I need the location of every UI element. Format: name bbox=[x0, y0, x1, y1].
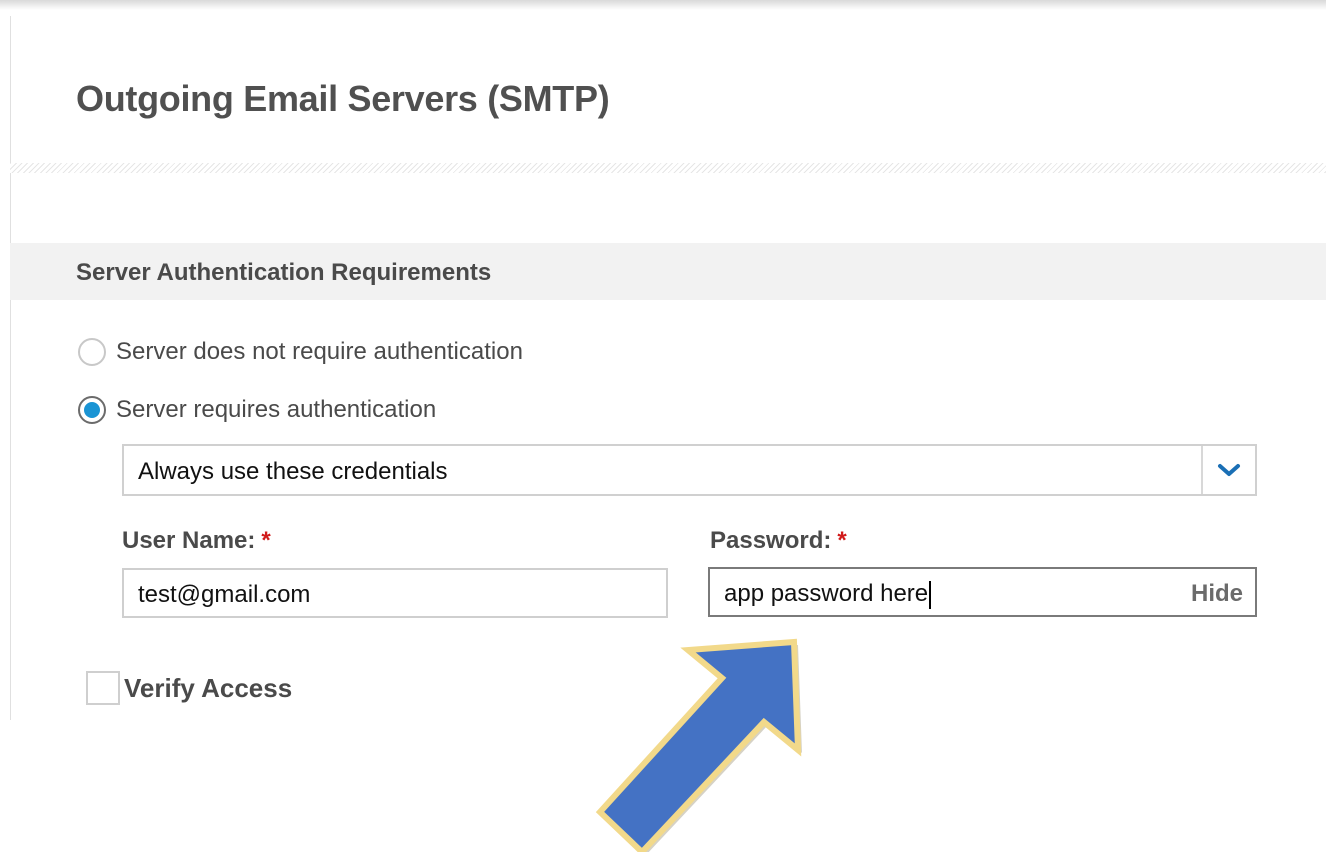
password-value: app password here bbox=[724, 580, 929, 607]
credentials-select-value: Always use these credentials bbox=[138, 458, 448, 485]
user-name-value: test@gmail.com bbox=[138, 581, 311, 608]
user-name-input[interactable]: test@gmail.com bbox=[122, 568, 668, 618]
hatch-divider bbox=[10, 163, 1326, 173]
radio-selected-dot bbox=[84, 402, 100, 418]
chevron-down-icon[interactable] bbox=[1215, 458, 1243, 482]
radio-no-auth-label[interactable]: Server does not require authentication bbox=[116, 338, 523, 366]
required-marker: * bbox=[837, 527, 847, 554]
section-header: Server Authentication Requirements bbox=[10, 243, 1326, 300]
left-border bbox=[10, 16, 11, 720]
top-shadow bbox=[0, 0, 1326, 10]
credentials-select[interactable]: Always use these credentials bbox=[122, 444, 1257, 496]
page-title: Outgoing Email Servers (SMTP) bbox=[76, 78, 610, 119]
radio-requires-auth-button[interactable] bbox=[78, 396, 106, 424]
pointer-arrow-icon bbox=[595, 638, 802, 852]
user-name-label-text: User Name: bbox=[122, 527, 256, 554]
verify-access-row[interactable]: Verify Access bbox=[86, 668, 292, 708]
radio-no-auth-button[interactable] bbox=[78, 338, 106, 366]
password-label: Password: * bbox=[710, 527, 847, 555]
password-label-text: Password: bbox=[710, 527, 832, 554]
select-separator bbox=[1201, 446, 1203, 494]
radio-no-auth[interactable]: Server does not require authentication bbox=[78, 335, 523, 369]
required-marker: * bbox=[261, 527, 271, 554]
password-input[interactable]: app password here Hide bbox=[708, 567, 1257, 617]
text-caret bbox=[929, 580, 932, 609]
password-value-wrap: app password here bbox=[724, 580, 932, 609]
verify-access-label[interactable]: Verify Access bbox=[124, 673, 292, 704]
section-title: Server Authentication Requirements bbox=[76, 259, 492, 286]
hide-password-button[interactable]: Hide bbox=[1191, 580, 1243, 608]
radio-requires-auth-label[interactable]: Server requires authentication bbox=[116, 396, 436, 424]
radio-requires-auth[interactable]: Server requires authentication bbox=[78, 393, 436, 427]
verify-access-checkbox[interactable] bbox=[86, 671, 120, 705]
user-name-label: User Name: * bbox=[122, 527, 271, 555]
